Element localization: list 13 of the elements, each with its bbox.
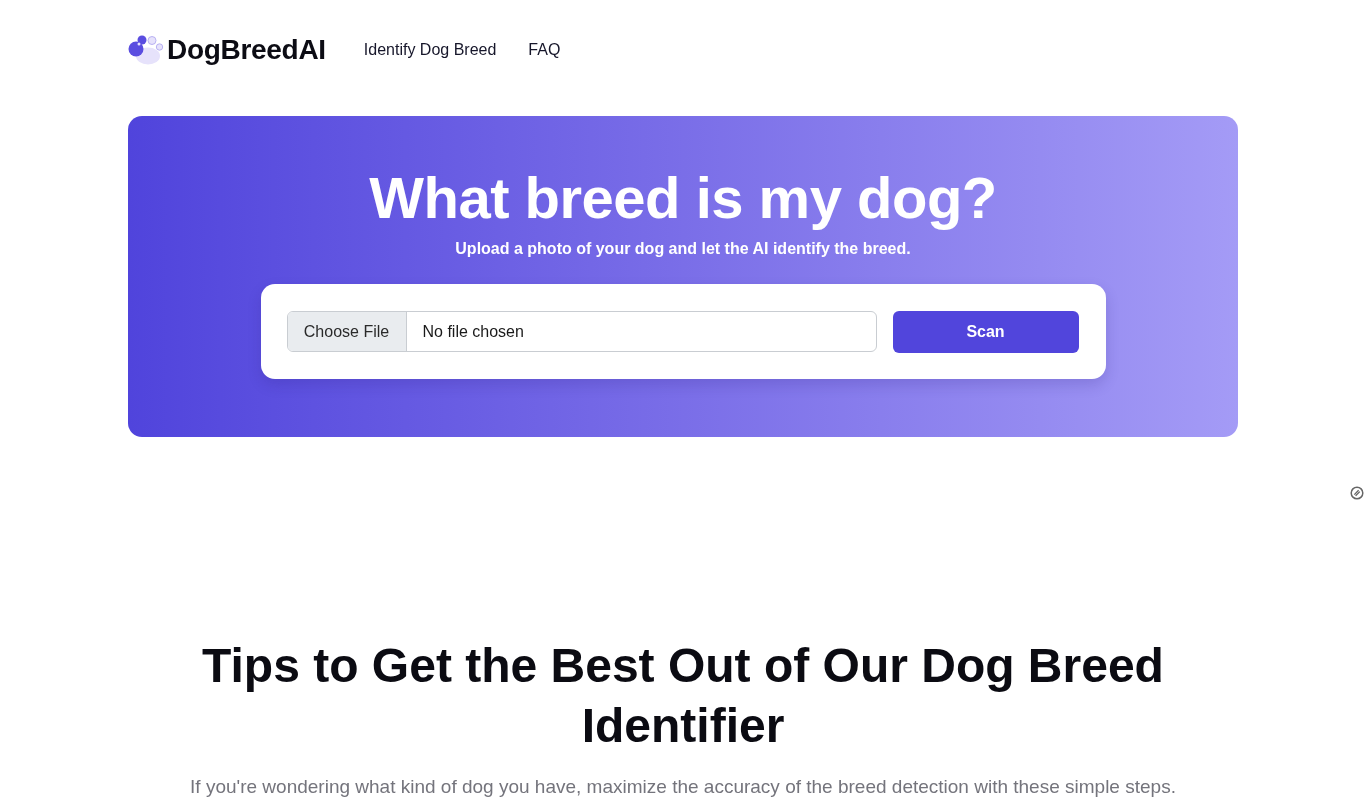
nav-link[interactable]: FAQ (528, 41, 561, 59)
hero-subtitle: Upload a photo of your dog and let the AI identify the breed. (455, 239, 911, 259)
nav-link[interactable]: Identify Dog Breed (363, 41, 497, 59)
file-status-text: No file chosen (422, 322, 524, 341)
tips-heading: Tips to Get the Best Out of Our Dog Breed Identifier (201, 638, 1165, 754)
slashed-circle-icon[interactable] (1350, 486, 1364, 500)
scan-button[interactable]: Scan (892, 310, 1079, 353)
hero-title: What breed is my dog? (369, 164, 997, 232)
paw-logo-icon (128, 35, 164, 65)
file-input-field[interactable]: Choose File No file chosen (286, 311, 877, 352)
choose-file-button[interactable]: Choose File (287, 312, 407, 351)
tips-intro-text: If you're wondering what kind of dog you have, maximize the accuracy of the breed detection with these simple steps. (190, 776, 1176, 798)
logo-text[interactable]: DogBreedAI (167, 34, 326, 66)
